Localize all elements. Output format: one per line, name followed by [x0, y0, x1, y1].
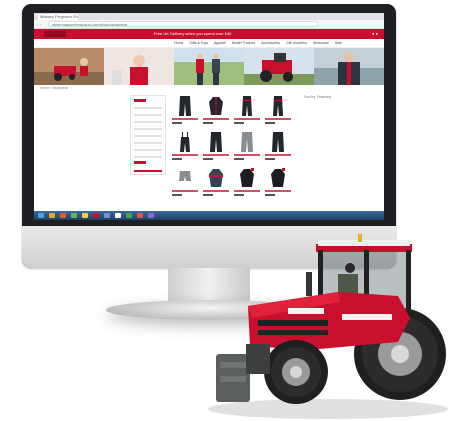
breadcrumb-text[interactable]: Home / Workwear: [40, 86, 68, 90]
product-image[interactable]: [271, 95, 285, 117]
product-name[interactable]: [172, 190, 198, 192]
menu-item[interactable]: Model Tractors: [232, 41, 255, 45]
banner-panel-toy-tractor[interactable]: [34, 48, 104, 85]
product-card[interactable]: [172, 167, 198, 199]
product-price: [265, 122, 275, 124]
product-image[interactable]: [178, 131, 192, 153]
menu-item[interactable]: Apparel: [214, 41, 226, 45]
product-card[interactable]: [172, 131, 198, 163]
product-name[interactable]: [234, 190, 260, 192]
menu-item[interactable]: Accessories: [261, 41, 280, 45]
menu-item[interactable]: Sale: [335, 41, 342, 45]
product-image[interactable]: [209, 95, 223, 117]
product-listing: Sort by: Featured: [34, 91, 384, 201]
product-card[interactable]: [234, 131, 260, 163]
product-name[interactable]: [203, 154, 229, 156]
cart-icon[interactable]: ● ●: [372, 31, 378, 36]
product-card[interactable]: [265, 167, 291, 199]
product-image[interactable]: [240, 167, 254, 189]
product-price: [234, 122, 244, 124]
brand-logo[interactable]: [44, 31, 66, 37]
product-price: [203, 194, 213, 196]
product-image[interactable]: [240, 131, 254, 153]
banner-panel-tractor[interactable]: [244, 48, 314, 85]
taskbar-app-icon[interactable]: [93, 213, 99, 218]
taskbar-app-icon[interactable]: [38, 213, 44, 218]
taskbar-app-icon[interactable]: [71, 213, 77, 218]
product-name[interactable]: [172, 154, 198, 156]
taskbar-app-icon[interactable]: [60, 213, 66, 218]
menu-item[interactable]: Gifts & Toys: [189, 41, 208, 45]
product-composite: Massey Ferguson Shop ‹ › www.masseyfergu…: [0, 0, 457, 421]
product-name[interactable]: [265, 118, 291, 120]
product-price: [203, 122, 213, 124]
product-card[interactable]: [234, 95, 260, 127]
menu-item[interactable]: Gift Vouchers: [286, 41, 307, 45]
product-name[interactable]: [203, 190, 229, 192]
product-image[interactable]: [209, 131, 223, 153]
product-card[interactable]: [234, 167, 260, 199]
product-price: [265, 158, 275, 160]
promo-banner: Free UK Delivery when you spend over £40: [154, 31, 232, 36]
filter-sidebar: [130, 95, 166, 175]
taskbar-app-icon[interactable]: [115, 213, 121, 218]
product-image[interactable]: [271, 131, 285, 153]
product-image[interactable]: [240, 95, 254, 117]
browser-addressbar: ‹ › www.masseyferguson.com/shop/workwear: [34, 20, 384, 29]
browser-tabbar: Massey Ferguson Shop: [34, 13, 384, 20]
banner-panel-workwear-models[interactable]: [174, 48, 244, 85]
main-menu: Home Gifts & Toys Apparel Model Tractors Acc…: [34, 39, 384, 48]
product-image[interactable]: [271, 167, 285, 189]
product-image[interactable]: [209, 167, 223, 189]
front-wheel: [264, 340, 328, 404]
product-image[interactable]: [178, 95, 192, 117]
taskbar-app-icon[interactable]: [49, 213, 55, 218]
os-taskbar: [34, 211, 384, 220]
taskbar-app-icon[interactable]: [148, 213, 154, 218]
product-card[interactable]: [203, 167, 229, 199]
menu-item[interactable]: Home: [174, 41, 183, 45]
product-grid: [172, 95, 292, 199]
product-price: [172, 158, 182, 160]
sort-dropdown[interactable]: Sort by: Featured: [304, 95, 331, 99]
product-name[interactable]: [172, 118, 198, 120]
nav-arrows-icon[interactable]: ‹ ›: [37, 22, 41, 27]
product-name[interactable]: [203, 118, 229, 120]
banner-panel-jacket[interactable]: [314, 48, 384, 85]
product-card[interactable]: [172, 95, 198, 127]
product-price: [203, 158, 213, 160]
taskbar-app-icon[interactable]: [104, 213, 110, 218]
product-name[interactable]: [265, 154, 291, 156]
monitor-screen: Massey Ferguson Shop ‹ › www.masseyfergu…: [34, 13, 384, 220]
price-slider[interactable]: [134, 170, 162, 172]
product-card[interactable]: [203, 131, 229, 163]
menu-item[interactable]: Workwear: [313, 41, 329, 45]
product-name[interactable]: [265, 190, 291, 192]
product-name[interactable]: [234, 118, 260, 120]
taskbar-app-icon[interactable]: [126, 213, 132, 218]
product-name[interactable]: [234, 154, 260, 156]
product-card[interactable]: [265, 95, 291, 127]
front-weight: [216, 344, 270, 402]
product-card[interactable]: [203, 95, 229, 127]
url-field[interactable]: www.masseyferguson.com/shop/workwear: [48, 21, 318, 27]
product-price: [234, 194, 244, 196]
product-price: [234, 158, 244, 160]
product-price: [172, 122, 182, 124]
tractor-model: [208, 234, 448, 419]
taskbar-app-icon[interactable]: [137, 213, 143, 218]
site-header: Free UK Delivery when you spend over £40…: [34, 29, 384, 39]
product-price: [265, 194, 275, 196]
hero-banner: [34, 48, 384, 85]
taskbar-app-icon[interactable]: [82, 213, 88, 218]
product-card[interactable]: [265, 131, 291, 163]
product-price: [172, 194, 182, 196]
banner-panel-child[interactable]: [104, 48, 174, 85]
product-image[interactable]: [178, 167, 192, 189]
